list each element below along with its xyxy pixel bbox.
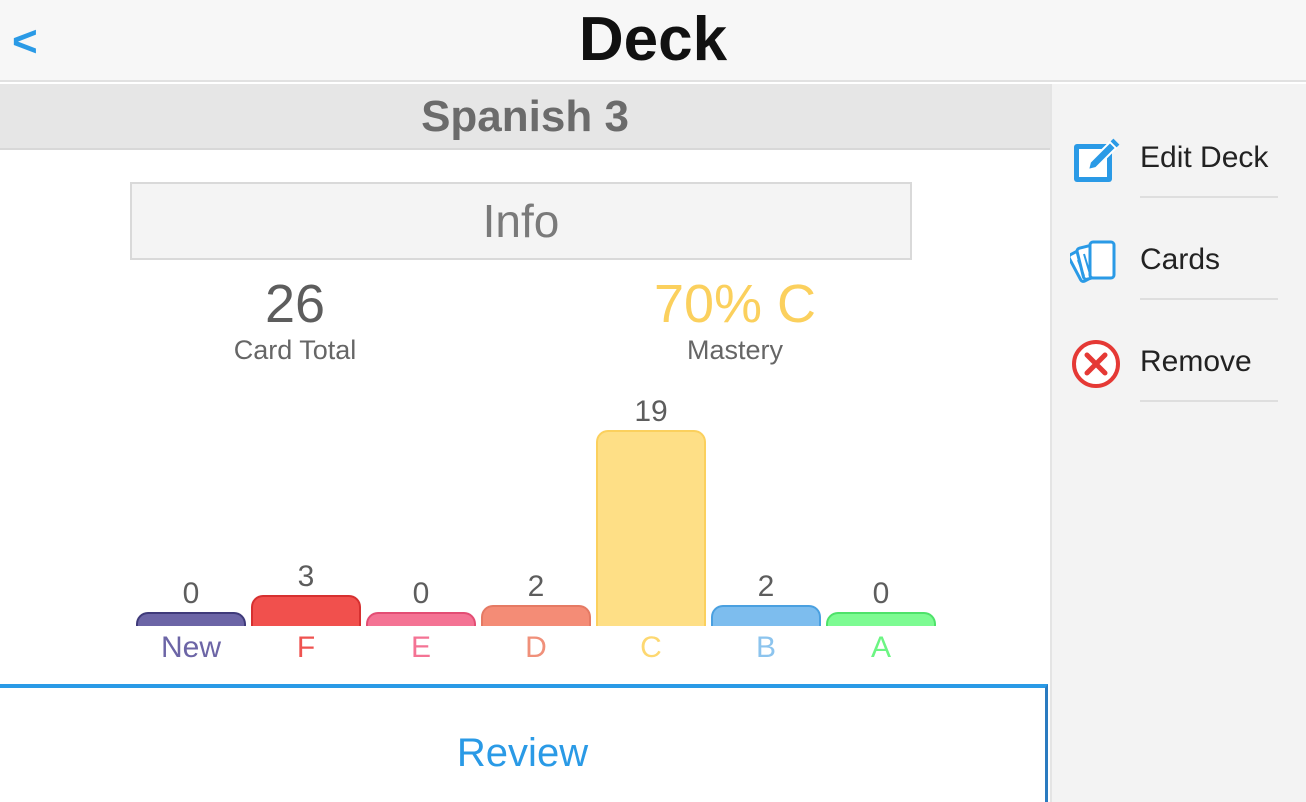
chart-bar-a	[826, 612, 936, 626]
chart-value-label: 3	[297, 560, 315, 593]
review-panel: Review	[0, 684, 1048, 802]
sidebar-item-label: Edit Deck	[1140, 141, 1269, 174]
sidebar-item-label: Cards	[1140, 243, 1221, 276]
card-total-stat: 26 Card Total	[145, 274, 445, 368]
chart-category-label: F	[296, 631, 316, 664]
card-total-label: Card Total	[233, 335, 357, 365]
chart-value-label: 2	[757, 570, 775, 603]
chart-category-label: D	[525, 631, 547, 664]
sidebar-item-remove[interactable]: Remove	[1052, 288, 1306, 402]
chart-bar-e	[366, 612, 476, 626]
top-bar: < Deck	[0, 0, 1306, 82]
sidebar-item-edit-deck[interactable]: Edit Deck	[1052, 84, 1306, 198]
mastery-stat: 70% C Mastery	[585, 274, 885, 368]
info-button[interactable]: Info	[130, 182, 912, 260]
chart-bar-b	[711, 605, 821, 626]
divider	[1140, 400, 1278, 402]
chart-category-label: C	[640, 631, 662, 664]
review-button[interactable]: Review	[0, 728, 1045, 778]
chart-value-label: 0	[412, 577, 430, 610]
chart-bar-f	[251, 595, 361, 626]
sidebar-item-label: Remove	[1140, 345, 1252, 378]
edit-icon	[1074, 138, 1120, 182]
grade-distribution-chart: 0 New 3 F 0 E 2 D 19 C 2 B 0 A	[0, 390, 1050, 670]
chart-bar-c	[596, 430, 706, 626]
chart-bar-new	[136, 612, 246, 626]
chart-category-label: New	[160, 631, 221, 664]
chart-value-label: 0	[872, 577, 890, 610]
chart-value-label: 19	[634, 395, 668, 428]
mastery-label: Mastery	[686, 335, 784, 365]
sidebar-item-cards[interactable]: Cards	[1052, 186, 1306, 300]
chart-category-label: B	[755, 631, 776, 664]
chart-bar-d	[481, 605, 591, 626]
mastery-value: 70% C	[653, 274, 817, 334]
chart-category-label: E	[410, 631, 431, 664]
card-total-value: 26	[264, 274, 326, 334]
page-title: Deck	[578, 5, 728, 74]
sidebar: Edit Deck Cards Remove	[1050, 84, 1306, 802]
chart-category-label: A	[870, 631, 891, 664]
cards-icon	[1070, 240, 1116, 283]
chart-value-label: 0	[182, 577, 200, 610]
deck-name: Spanish 3	[0, 84, 1050, 150]
chart-value-label: 2	[527, 570, 545, 603]
remove-icon	[1072, 340, 1120, 388]
